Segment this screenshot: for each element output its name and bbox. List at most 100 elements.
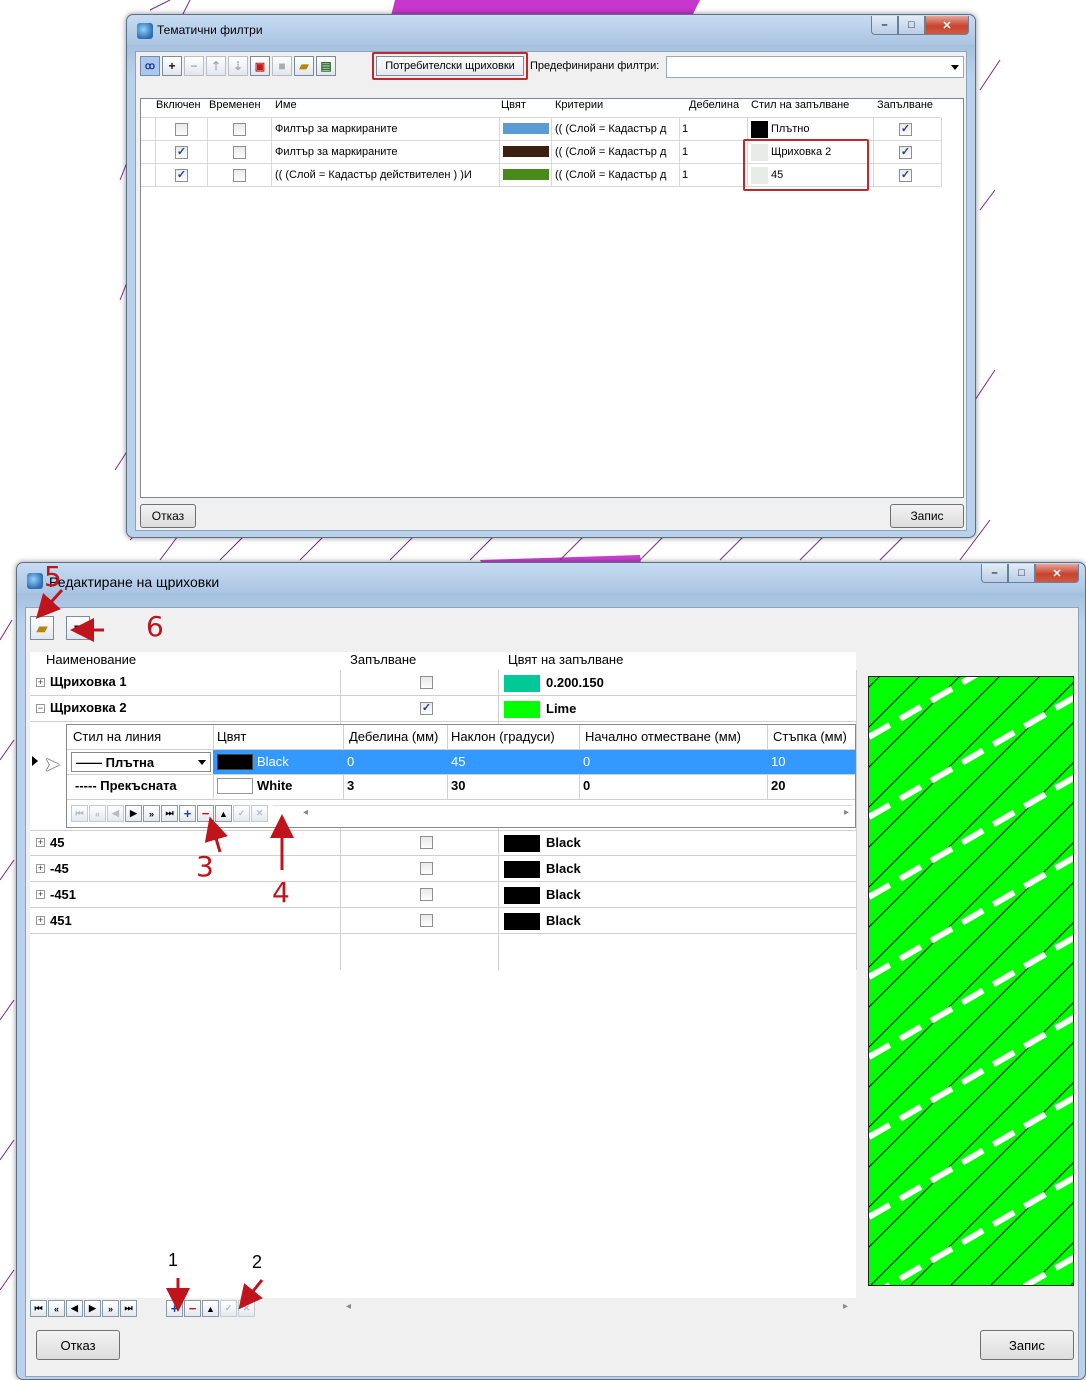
scroll-left-icon[interactable]: ◂ — [303, 807, 308, 818]
scroll-left-icon[interactable]: ◂ — [346, 1301, 351, 1312]
color-swatch[interactable] — [503, 146, 549, 157]
last-icon[interactable]: ⏭ — [161, 805, 178, 822]
confirm-hatch-button[interactable]: ✓ — [220, 1300, 237, 1317]
prev-icon[interactable]: ◀ — [66, 1300, 83, 1317]
export-icon[interactable]: ▤ — [316, 56, 336, 76]
enabled-checkbox[interactable]: ✓ — [175, 146, 188, 159]
fill-color-swatch[interactable] — [504, 701, 540, 718]
next-page-icon[interactable]: » — [143, 805, 160, 822]
prev-page-icon[interactable]: « — [89, 805, 106, 822]
bottom-scrollbar[interactable]: ◂ ▸ — [262, 1300, 856, 1317]
pdf-icon[interactable]: ▣ — [250, 56, 270, 76]
expand-icon[interactable]: + — [36, 890, 45, 899]
list-item[interactable] — [30, 882, 856, 908]
fill-checkbox[interactable]: ✓ — [899, 123, 912, 136]
fill-checkbox[interactable] — [420, 836, 433, 849]
fill-checkbox[interactable] — [420, 888, 433, 901]
enabled-checkbox[interactable] — [175, 123, 188, 136]
line-offset[interactable]: 0 — [583, 754, 590, 769]
close-icon[interactable]: ✕ — [925, 16, 969, 35]
expand-icon[interactable]: + — [36, 864, 45, 873]
collapse-icon[interactable]: − — [36, 704, 45, 713]
save-button[interactable]: Запис — [890, 504, 964, 528]
title-bar[interactable]: Тематични филтри – □ ✕ — [127, 15, 975, 45]
next-page-icon[interactable]: » — [102, 1300, 119, 1317]
cancel-line-button[interactable]: ✕ — [251, 805, 268, 822]
fill-checkbox[interactable]: ✓ — [420, 702, 433, 715]
list-item[interactable] — [30, 670, 856, 696]
line-step[interactable]: 10 — [771, 754, 785, 769]
cancel-button[interactable]: Отказ — [140, 504, 196, 528]
fill-color-swatch[interactable] — [504, 861, 540, 878]
minus-icon[interactable]: − — [184, 56, 204, 76]
cancel-hatch-button[interactable]: ✕ — [238, 1300, 255, 1317]
temporary-checkbox[interactable] — [233, 123, 246, 136]
fill-style[interactable]: Плътно — [771, 118, 871, 140]
maximize-icon[interactable]: □ — [898, 16, 925, 35]
line-style-select[interactable]: —— Плътна — [71, 752, 211, 772]
color-swatch[interactable] — [503, 123, 549, 134]
nested-scrollbar[interactable]: ◂ ▸ — [273, 805, 853, 822]
save-icon[interactable]: ■ — [272, 56, 292, 76]
line-color-swatch[interactable] — [217, 754, 253, 770]
minimize-icon[interactable]: – — [981, 564, 1008, 583]
fill-checkbox[interactable] — [420, 862, 433, 875]
fill-checkbox[interactable]: ✓ — [899, 169, 912, 182]
prev-icon[interactable]: ◀ — [107, 805, 124, 822]
first-icon[interactable]: ⏮ — [30, 1300, 47, 1317]
list-item[interactable] — [30, 856, 856, 882]
list-item[interactable] — [30, 696, 856, 722]
first-icon[interactable]: ⏮ — [71, 805, 88, 822]
close-icon[interactable]: ✕ — [1035, 564, 1079, 583]
scroll-right-icon[interactable]: ▸ — [843, 1301, 848, 1312]
plus-icon[interactable]: + — [162, 56, 182, 76]
line-width[interactable]: 0 — [347, 754, 354, 769]
next-icon[interactable]: ▶ — [125, 805, 142, 822]
enabled-checkbox[interactable]: ✓ — [175, 169, 188, 182]
title-bar[interactable]: Редактиране на щриховки – □ ✕ — [17, 563, 1085, 593]
expand-icon[interactable]: + — [36, 678, 45, 687]
color-swatch[interactable] — [503, 169, 549, 180]
delete-line-button[interactable]: − — [197, 805, 214, 822]
save-button[interactable]: Запис — [980, 1330, 1074, 1360]
next-icon[interactable]: ▶ — [84, 1300, 101, 1317]
confirm-line-button[interactable]: ✓ — [233, 805, 250, 822]
line-offset[interactable]: 0 — [583, 778, 590, 793]
predefined-filters-select[interactable] — [666, 56, 964, 78]
open-folder-icon[interactable]: ▰ — [30, 616, 54, 640]
open-folder-icon[interactable]: ▰ — [294, 56, 314, 76]
fill-color-swatch[interactable] — [504, 835, 540, 852]
save-icon[interactable]: ■ — [66, 616, 90, 640]
list-item[interactable] — [30, 830, 856, 856]
line-width[interactable]: 3 — [347, 778, 354, 793]
fill-color-swatch[interactable] — [504, 913, 540, 930]
line-step[interactable]: 20 — [771, 778, 785, 793]
scroll-right-icon[interactable]: ▸ — [844, 807, 849, 818]
prev-page-icon[interactable]: « — [48, 1300, 65, 1317]
expand-icon[interactable]: + — [36, 916, 45, 925]
fill-checkbox[interactable] — [420, 676, 433, 689]
temporary-checkbox[interactable] — [233, 169, 246, 182]
minimize-icon[interactable]: – — [871, 16, 898, 35]
fill-checkbox[interactable] — [420, 914, 433, 927]
filter-toggle-icon[interactable]: ꝏ — [140, 56, 160, 76]
cancel-button[interactable]: Отказ — [36, 1330, 120, 1360]
add-line-button[interactable]: + — [179, 805, 196, 822]
line-angle[interactable]: 45 — [451, 754, 465, 769]
list-item[interactable] — [30, 908, 856, 934]
edit-line-button[interactable]: ▲ — [215, 805, 232, 822]
arrow-up-icon[interactable]: ⇡ — [206, 56, 226, 76]
fill-color-swatch[interactable] — [504, 675, 540, 692]
delete-hatch-button[interactable]: − — [184, 1300, 201, 1317]
line-angle[interactable]: 30 — [451, 778, 465, 793]
arrow-down-icon[interactable]: ⇣ — [228, 56, 248, 76]
fill-checkbox[interactable]: ✓ — [899, 146, 912, 159]
add-hatch-button[interactable]: + — [166, 1300, 183, 1317]
maximize-icon[interactable]: □ — [1008, 564, 1035, 583]
edit-hatch-button[interactable]: ▲ — [202, 1300, 219, 1317]
table-row[interactable] — [213, 750, 855, 774]
expand-icon[interactable]: + — [36, 838, 45, 847]
fill-color-swatch[interactable] — [504, 887, 540, 904]
line-style[interactable]: ----- Прекъсната — [75, 778, 177, 793]
temporary-checkbox[interactable] — [233, 146, 246, 159]
